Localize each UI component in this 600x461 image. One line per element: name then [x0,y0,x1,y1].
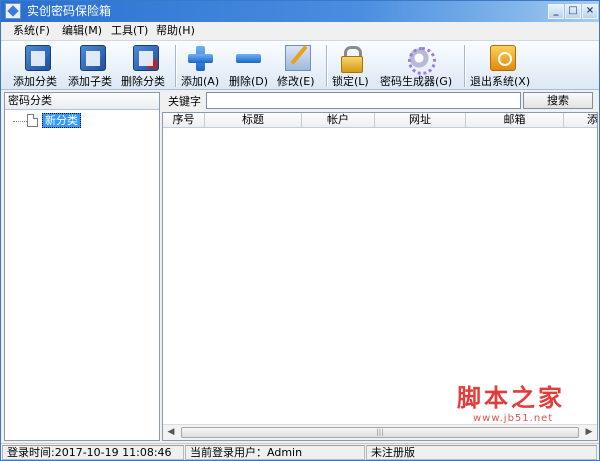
watermark-logo: 脚本之家 [457,383,565,412]
book-delete-icon: ✖ [133,45,159,73]
app-window: 实创密码保险箱 _ □ × 系统(F) 编辑(M) 工具(T) 帮助(H) 添加… [0,0,600,461]
column-header-title[interactable]: 标题 [205,113,302,128]
exit-label: 退出系统(X) [470,75,531,88]
plus-icon [187,45,213,71]
toolbar-separator [464,45,466,87]
add-entry-label: 添加(A) [181,75,220,88]
app-icon [5,3,21,19]
add-category-label: 添加分类 [13,75,57,88]
add-subcategory-button[interactable]: 添加子类 [68,43,118,89]
search-button[interactable]: 搜索 [523,92,593,109]
title-bar[interactable]: 实创密码保险箱 _ □ × [1,1,599,22]
book-add-icon [25,45,51,71]
lock-button[interactable]: 锁定(L) [332,43,374,89]
column-header-account[interactable]: 帐户 [302,113,375,128]
column-header-email[interactable]: 邮箱 [466,113,564,128]
column-header-index[interactable]: 序号 [163,113,205,128]
add-subcategory-label: 添加子类 [68,75,112,88]
window-title: 实创密码保险箱 [27,4,112,18]
keyword-input[interactable] [206,92,521,109]
book-sub-icon [80,45,106,71]
column-header-added[interactable]: 添加 [564,113,597,128]
gear-icon [406,45,436,75]
minus-icon [235,45,261,71]
status-login-time: 登录时间:2017-10-19 11:08:46 [2,445,184,460]
add-entry-button[interactable]: 添加(A) [181,43,223,89]
menu-tools[interactable]: 工具(T) [111,24,148,38]
edit-icon [285,45,311,71]
delete-entry-label: 删除(D) [229,75,269,88]
menu-system[interactable]: 系统(F) [13,24,50,38]
lock-icon [338,45,364,73]
edit-entry-label: 修改(E) [277,75,315,88]
exit-button[interactable]: 退出系统(X) [470,43,536,89]
keyword-label: 关键字 [168,95,201,108]
password-generator-label: 密码生成器(G) [380,75,453,88]
delete-category-button[interactable]: ✖ 删除分类 [121,43,171,89]
maximize-button[interactable]: □ [565,4,581,19]
menu-help[interactable]: 帮助(H) [156,24,195,38]
add-category-button[interactable]: 添加分类 [13,43,63,89]
toolbar-separator [175,45,177,87]
delete-entry-button[interactable]: 删除(D) [229,43,271,89]
tree-connector [13,121,27,122]
status-bar: 登录时间:2017-10-19 11:08:46 当前登录用户：Admin 未注… [1,443,599,460]
menu-edit[interactable]: 编辑(M) [62,24,102,38]
delete-category-label: 删除分类 [121,75,165,88]
tree-item-new-category[interactable]: 新分类 [42,113,81,128]
menu-bar: 系统(F) 编辑(M) 工具(T) 帮助(H) [1,22,599,40]
edit-entry-button[interactable]: 修改(E) [277,43,321,89]
toolbar: 添加分类 添加子类 ✖ 删除分类 添加(A) 删除(D) 修改(E) 锁定(L) [1,40,599,90]
scroll-thumb[interactable]: ||| [181,427,579,438]
lock-label: 锁定(L) [332,75,369,88]
minimize-button[interactable]: _ [548,4,564,19]
toolbar-separator [326,45,328,87]
watermark-url: www.jb51.net [473,413,554,424]
close-button[interactable]: × [582,4,598,19]
table-header: 序号 标题 帐户 网址 邮箱 添加 [163,113,597,128]
scroll-right-arrow-icon[interactable]: ▶ [581,425,597,440]
document-icon [27,114,38,127]
column-header-url[interactable]: 网址 [375,113,466,128]
status-current-user: 当前登录用户：Admin [185,445,365,460]
category-panel: 密码分类 新分类 [4,92,160,441]
power-icon [490,45,516,71]
password-generator-button[interactable]: 密码生成器(G) [380,43,458,89]
status-registration: 未注册版 [366,445,597,460]
scroll-left-arrow-icon[interactable]: ◀ [163,425,179,440]
category-panel-header: 密码分类 [5,93,159,110]
horizontal-scrollbar[interactable]: ◀ ||| ▶ [163,424,597,440]
